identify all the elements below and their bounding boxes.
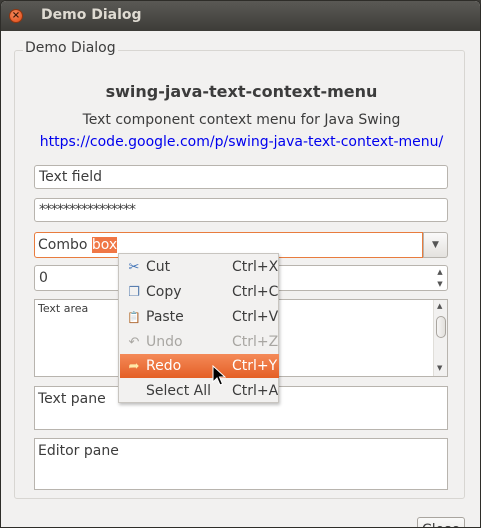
close-button[interactable]: Close xyxy=(417,517,465,527)
copy-icon: ❐ xyxy=(128,284,140,300)
undo-icon: ↶ xyxy=(128,334,140,350)
menu-item-shortcut: Ctrl+Y xyxy=(232,358,278,374)
scroll-down-icon[interactable]: ▼ xyxy=(437,364,442,372)
spinner-up-icon[interactable]: ▲ xyxy=(437,268,442,276)
menu-item-label: Redo xyxy=(146,358,182,374)
mouse-pointer-icon xyxy=(212,365,226,386)
chevron-down-icon: ▼ xyxy=(432,240,439,250)
text-field-value: Text field xyxy=(39,169,102,185)
editor-pane[interactable]: Editor pane xyxy=(34,438,448,490)
menu-item-select-all[interactable]: Select All Ctrl+A xyxy=(120,379,279,403)
menu-item-shortcut: Ctrl+C xyxy=(232,284,279,300)
password-field[interactable]: **************** xyxy=(34,198,448,222)
menu-item-copy[interactable]: ❐ Copy Ctrl+C xyxy=(120,280,279,304)
group-legend: Demo Dialog xyxy=(23,40,118,56)
menu-item-label: Undo xyxy=(146,334,183,350)
app-description: Text component context menu for Java Swi… xyxy=(82,112,401,128)
menu-item-cut[interactable]: ✂ Cut Ctrl+X xyxy=(120,255,279,279)
menu-item-label: Copy xyxy=(146,284,182,300)
combo-selected-text: box xyxy=(91,237,118,253)
menu-item-label: Paste xyxy=(146,309,184,325)
scroll-up-icon[interactable]: ▲ xyxy=(437,302,442,310)
menu-item-shortcut: Ctrl+Z xyxy=(232,334,279,350)
redo-icon: ➦ xyxy=(128,358,140,374)
scissors-icon: ✂ xyxy=(128,259,140,275)
text-field[interactable]: Text field xyxy=(34,165,448,189)
menu-item-shortcut: Ctrl+V xyxy=(232,309,279,325)
text-area-scrollbar[interactable]: ▲ ▼ xyxy=(433,300,447,376)
demo-dialog-window: × Demo Dialog Demo Dialog swing-java-tex… xyxy=(0,0,481,528)
clipboard-icon: 📋 xyxy=(127,310,141,324)
title-bar[interactable]: × Demo Dialog xyxy=(1,1,480,31)
combo-text: Combo xyxy=(38,237,92,253)
text-pane-value: Text pane xyxy=(38,391,106,407)
app-title: swing-java-text-context-menu xyxy=(105,82,378,101)
combo-dropdown-button[interactable]: ▼ xyxy=(423,232,448,258)
menu-item-undo[interactable]: ↶ Undo Ctrl+Z xyxy=(120,330,279,354)
spinner-value: 0 xyxy=(39,270,48,286)
window-close-icon[interactable]: × xyxy=(9,9,23,23)
spinner-down-icon[interactable]: ▼ xyxy=(437,280,442,288)
editor-pane-value: Editor pane xyxy=(38,443,119,459)
context-menu: ✂ Cut Ctrl+X ❐ Copy Ctrl+C 📋 Paste Ctrl+… xyxy=(118,253,279,403)
menu-item-redo[interactable]: ➦ Redo Ctrl+Y xyxy=(120,354,279,378)
menu-item-label: Cut xyxy=(146,259,171,275)
menu-item-shortcut: Ctrl+A xyxy=(232,383,279,399)
menu-item-shortcut: Ctrl+X xyxy=(232,259,279,275)
text-area-value: Text area xyxy=(38,302,89,315)
spinner-buttons: ▲ ▼ xyxy=(433,266,447,290)
window-title: Demo Dialog xyxy=(41,7,142,23)
password-field-value: **************** xyxy=(39,202,136,218)
project-link[interactable]: https://code.google.com/p/swing-java-tex… xyxy=(1,134,480,150)
scroll-thumb[interactable] xyxy=(436,316,446,338)
menu-item-label: Select All xyxy=(146,383,211,399)
menu-item-paste[interactable]: 📋 Paste Ctrl+V xyxy=(120,305,279,329)
